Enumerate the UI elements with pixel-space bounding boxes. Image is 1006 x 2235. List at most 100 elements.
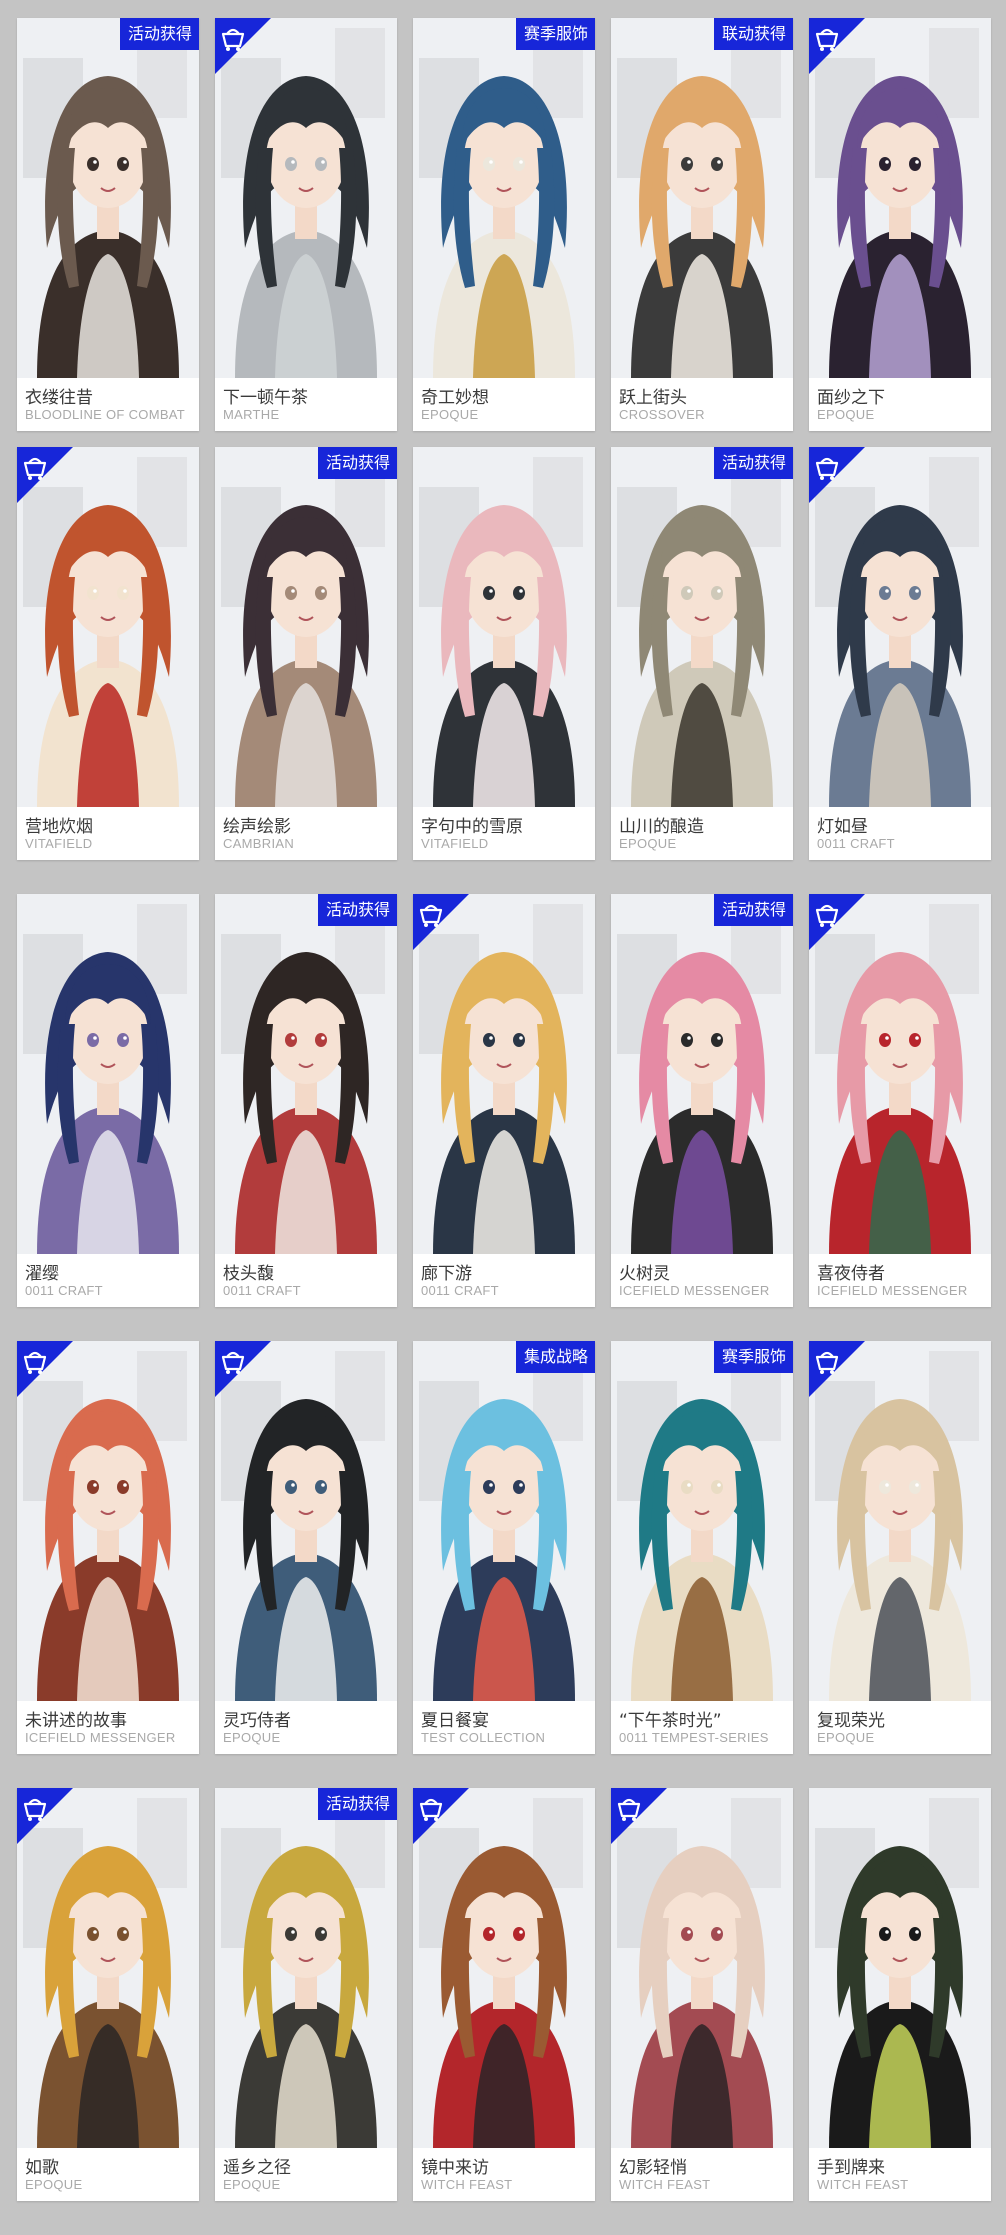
skin-card[interactable]: 集成战略 夏日餐宴 TEST COLLECTION: [413, 1341, 595, 1754]
skin-name: 幻影轻悄: [619, 2158, 687, 2178]
source-tag: 活动获得: [713, 894, 793, 926]
skin-card[interactable]: 如歌 EPOQUE: [17, 1788, 199, 2201]
skin-brand: 0011 TEMPEST-SERIES: [619, 1730, 769, 1745]
skin-brand: EPOQUE: [817, 407, 875, 422]
skin-brand: TEST COLLECTION: [421, 1730, 546, 1745]
skin-artwork: [413, 18, 595, 378]
skin-card[interactable]: 活动获得 山川的酿造 EPOQUE: [611, 447, 793, 860]
shop-bag-icon: [611, 1788, 667, 1844]
skin-card[interactable]: 幻影轻悄 WITCH FEAST: [611, 1788, 793, 2201]
skin-card[interactable]: 未讲述的故事 ICEFIELD MESSENGER: [17, 1341, 199, 1754]
skin-name: 灯如昼: [817, 817, 868, 837]
shop-bag-icon: [17, 447, 73, 503]
skin-card[interactable]: 活动获得 火树灵 ICEFIELD MESSENGER: [611, 894, 793, 1307]
skin-brand: EPOQUE: [817, 1730, 875, 1745]
skin-card[interactable]: 活动获得 遥乡之径 EPOQUE: [215, 1788, 397, 2201]
skin-brand: 0011 CRAFT: [421, 1283, 499, 1298]
skin-brand: WITCH FEAST: [421, 2177, 513, 2192]
shop-bag-icon: [215, 1341, 271, 1397]
skin-brand: EPOQUE: [25, 2177, 83, 2192]
skin-card[interactable]: 喜夜侍者 ICEFIELD MESSENGER: [809, 894, 991, 1307]
skin-name: 衣缕往昔: [25, 388, 93, 408]
source-tag: 赛季服饰: [713, 1341, 793, 1373]
skin-artwork: [611, 894, 793, 1254]
skin-artwork: [611, 18, 793, 378]
skin-name: 枝头馥: [223, 1264, 274, 1284]
skin-name: 复现荣光: [817, 1711, 885, 1731]
skin-card[interactable]: 廊下游 0011 CRAFT: [413, 894, 595, 1307]
source-tag: 联动获得: [713, 18, 793, 50]
shop-bag-icon: [215, 18, 271, 74]
skin-name: 濯缨: [25, 1264, 59, 1284]
skin-name: 喜夜侍者: [817, 1264, 885, 1284]
skin-brand: EPOQUE: [223, 1730, 281, 1745]
skin-artwork: [215, 894, 397, 1254]
skin-name: 绘声绘影: [223, 817, 291, 837]
source-tag: 集成战略: [515, 1341, 595, 1373]
skin-card[interactable]: 赛季服饰 奇工妙想 EPOQUE: [413, 18, 595, 431]
skin-name: 如歌: [25, 2158, 59, 2178]
shop-bag-icon: [809, 447, 865, 503]
skin-name: 夏日餐宴: [421, 1711, 489, 1731]
skin-card[interactable]: 下一顿午茶 MARTHE: [215, 18, 397, 431]
skin-name: 面纱之下: [817, 388, 885, 408]
skin-brand: CROSSOVER: [619, 407, 705, 422]
skin-brand: BLOODLINE OF COMBAT: [25, 407, 186, 422]
skin-name: “下午茶时光”: [619, 1711, 722, 1731]
skin-grid: 活动获得 衣缕往昔 BLOODLINE OF COMBAT 下一顿午茶 MART…: [0, 0, 1006, 2235]
shop-bag-icon: [413, 1788, 469, 1844]
skin-card[interactable]: 活动获得 衣缕往昔 BLOODLINE OF COMBAT: [17, 18, 199, 431]
skin-name: 遥乡之径: [223, 2158, 291, 2178]
skin-brand: ICEFIELD MESSENGER: [25, 1730, 176, 1745]
skin-card[interactable]: 灵巧侍者 EPOQUE: [215, 1341, 397, 1754]
skin-card[interactable]: 字句中的雪原 VITAFIELD: [413, 447, 595, 860]
skin-name: 镜中来访: [421, 2158, 489, 2178]
skin-brand: EPOQUE: [619, 836, 677, 851]
skin-card[interactable]: 面纱之下 EPOQUE: [809, 18, 991, 431]
skin-name: 奇工妙想: [421, 388, 489, 408]
source-tag: 活动获得: [713, 447, 793, 479]
skin-brand: MARTHE: [223, 407, 280, 422]
skin-card[interactable]: 濯缨 0011 CRAFT: [17, 894, 199, 1307]
shop-bag-icon: [809, 894, 865, 950]
skin-artwork: [809, 1788, 991, 2148]
skin-card[interactable]: 赛季服饰 “下午茶时光” 0011 TEMPEST-SERIES: [611, 1341, 793, 1754]
skin-name: 未讲述的故事: [25, 1711, 127, 1731]
skin-name: 廊下游: [421, 1264, 472, 1284]
skin-card[interactable]: 联动获得 跃上街头 CROSSOVER: [611, 18, 793, 431]
skin-brand: VITAFIELD: [25, 836, 93, 851]
skin-card[interactable]: 活动获得 枝头馥 0011 CRAFT: [215, 894, 397, 1307]
skin-name: 灵巧侍者: [223, 1711, 291, 1731]
skin-name: 跃上街头: [619, 388, 687, 408]
skin-card[interactable]: 镜中来访 WITCH FEAST: [413, 1788, 595, 2201]
skin-brand: WITCH FEAST: [817, 2177, 909, 2192]
skin-artwork: [611, 447, 793, 807]
skin-artwork: [17, 18, 199, 378]
skin-brand: EPOQUE: [223, 2177, 281, 2192]
skin-card[interactable]: 活动获得 绘声绘影 CAMBRIAN: [215, 447, 397, 860]
skin-brand: 0011 CRAFT: [817, 836, 895, 851]
source-tag: 活动获得: [317, 894, 397, 926]
skin-card[interactable]: 灯如昼 0011 CRAFT: [809, 447, 991, 860]
skin-name: 字句中的雪原: [421, 817, 523, 837]
skin-artwork: [215, 447, 397, 807]
shop-bag-icon: [17, 1788, 73, 1844]
skin-brand: 0011 CRAFT: [25, 1283, 103, 1298]
skin-card[interactable]: 营地炊烟 VITAFIELD: [17, 447, 199, 860]
skin-brand: WITCH FEAST: [619, 2177, 711, 2192]
source-tag: 活动获得: [317, 447, 397, 479]
skin-artwork: [413, 447, 595, 807]
skin-brand: 0011 CRAFT: [223, 1283, 301, 1298]
skin-artwork: [215, 1788, 397, 2148]
skin-artwork: [611, 1341, 793, 1701]
skin-artwork: [17, 894, 199, 1254]
shop-bag-icon: [809, 1341, 865, 1397]
skin-card[interactable]: 复现荣光 EPOQUE: [809, 1341, 991, 1754]
skin-name: 火树灵: [619, 1264, 670, 1284]
skin-name: 手到牌来: [817, 2158, 885, 2178]
skin-card[interactable]: 手到牌来 WITCH FEAST: [809, 1788, 991, 2201]
skin-brand: ICEFIELD MESSENGER: [817, 1283, 968, 1298]
skin-name: 营地炊烟: [25, 817, 93, 837]
skin-name: 山川的酿造: [619, 817, 704, 837]
source-tag: 活动获得: [119, 18, 199, 50]
